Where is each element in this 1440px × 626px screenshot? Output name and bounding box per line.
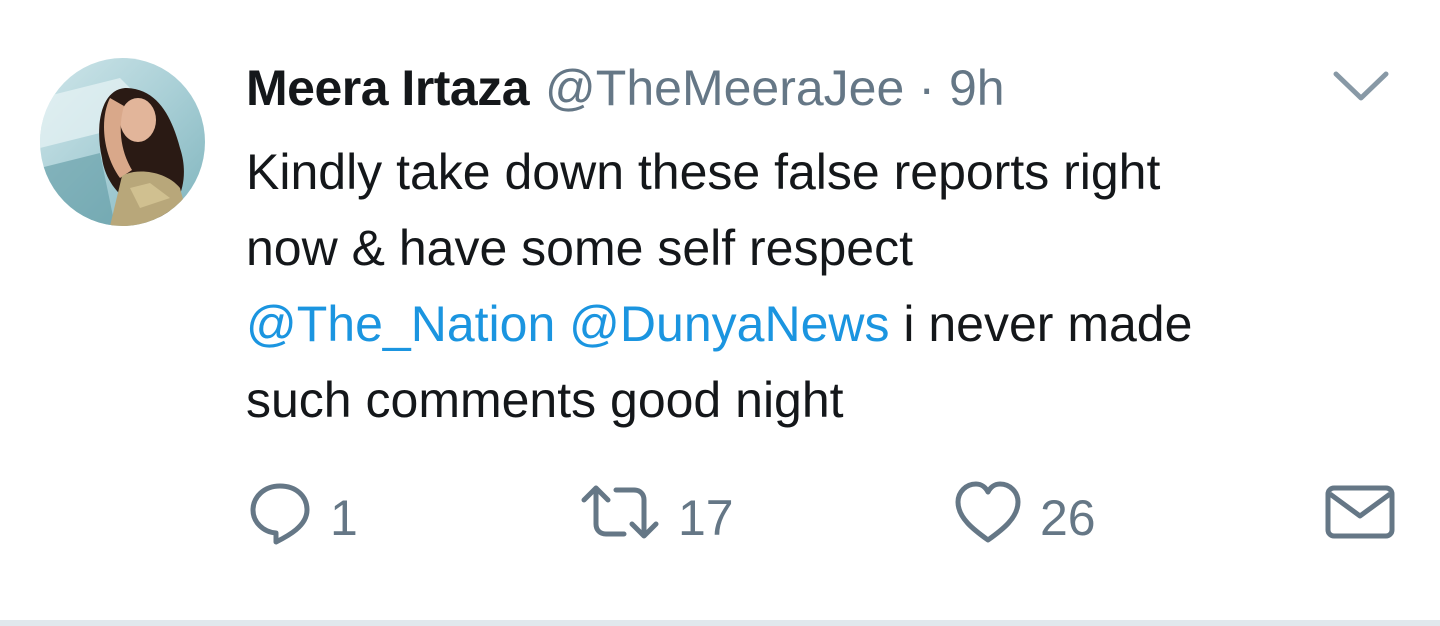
tweet-actions: 1 17 26 bbox=[0, 481, 1440, 554]
author-handle[interactable]: @TheMeeraJee bbox=[545, 56, 904, 120]
divider bbox=[0, 620, 1440, 626]
avatar-image bbox=[40, 58, 205, 226]
tweet-text: Kindly take down these false reports rig… bbox=[246, 134, 1386, 438]
reply-count: 1 bbox=[330, 490, 358, 546]
mention-the-nation[interactable]: @The_Nation bbox=[246, 296, 555, 352]
separator-dot: · bbox=[918, 60, 935, 116]
direct-message-button[interactable] bbox=[1324, 482, 1396, 554]
heart-icon bbox=[952, 478, 1024, 558]
reply-button[interactable]: 1 bbox=[246, 482, 358, 554]
tweet-text-fragment: i never made bbox=[889, 296, 1193, 352]
speech-bubble-icon bbox=[246, 478, 314, 558]
tweet-text-line: @The_Nation @DunyaNews i never made bbox=[246, 286, 1386, 362]
retweet-count: 17 bbox=[678, 490, 734, 546]
envelope-icon bbox=[1324, 480, 1396, 556]
tweet-text-line: now & have some self respect bbox=[246, 220, 913, 276]
timestamp[interactable]: 9h bbox=[949, 56, 1005, 120]
avatar[interactable] bbox=[40, 58, 205, 226]
mention-dunya-news[interactable]: @DunyaNews bbox=[569, 296, 889, 352]
chevron-down-icon[interactable] bbox=[1330, 66, 1392, 106]
tweet-text-line: Kindly take down these false reports rig… bbox=[246, 144, 1161, 200]
like-button[interactable]: 26 bbox=[952, 481, 1096, 554]
retweet-button[interactable]: 17 bbox=[578, 482, 734, 554]
retweet-arrows-icon bbox=[578, 478, 662, 558]
like-count: 26 bbox=[1040, 490, 1096, 546]
tweet-card[interactable]: Meera Irtaza @TheMeeraJee · 9h Kindly ta… bbox=[0, 0, 1440, 620]
tweet-text-line: such comments good night bbox=[246, 372, 844, 428]
author-name[interactable]: Meera Irtaza bbox=[246, 56, 530, 120]
tweet-header: Meera Irtaza @TheMeeraJee · 9h bbox=[246, 56, 1005, 120]
